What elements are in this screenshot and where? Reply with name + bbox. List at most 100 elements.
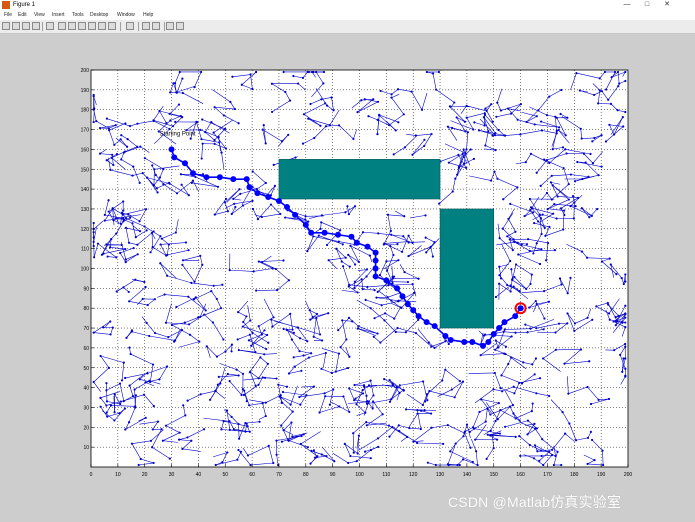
tree-node bbox=[561, 146, 565, 149]
y-tick-label: 90 bbox=[83, 286, 89, 292]
minimize-button[interactable]: — bbox=[620, 0, 634, 10]
tree-node bbox=[301, 142, 305, 145]
path-node bbox=[404, 301, 411, 308]
show-plot-tools-icon[interactable] bbox=[176, 22, 184, 30]
tree-node bbox=[258, 420, 261, 423]
tree-node bbox=[589, 152, 592, 156]
menu-window[interactable]: Window bbox=[117, 11, 135, 20]
tree-node bbox=[494, 132, 497, 135]
tree-node bbox=[222, 338, 225, 341]
tree-node bbox=[518, 435, 521, 438]
x-tick-label: 200 bbox=[624, 472, 633, 478]
path-node bbox=[335, 231, 342, 238]
tree-node bbox=[190, 181, 193, 184]
open-icon[interactable] bbox=[12, 22, 20, 30]
menu-desktop[interactable]: Desktop bbox=[90, 11, 108, 20]
tree-node bbox=[560, 463, 563, 467]
rotate-icon[interactable] bbox=[88, 22, 96, 30]
watermark: CSDN @Matlab仿真实验室 bbox=[448, 494, 622, 510]
x-tick-label: 110 bbox=[382, 472, 390, 478]
path-node bbox=[447, 336, 454, 343]
tree-node bbox=[152, 405, 155, 408]
path-node bbox=[265, 194, 272, 201]
tree-node bbox=[165, 121, 168, 125]
zoom-out-icon[interactable] bbox=[68, 22, 76, 30]
y-tick-label: 180 bbox=[81, 108, 90, 114]
tree-node bbox=[282, 259, 285, 262]
tree-node bbox=[354, 263, 357, 266]
maximize-button[interactable]: □ bbox=[640, 0, 654, 10]
tree-node bbox=[604, 88, 608, 91]
hide-plot-tools-icon[interactable] bbox=[166, 22, 174, 30]
path-node bbox=[302, 221, 309, 228]
zoom-in-icon[interactable] bbox=[58, 22, 66, 30]
tree-node bbox=[392, 275, 396, 278]
tree-node bbox=[458, 380, 461, 383]
tree-node bbox=[120, 379, 124, 382]
tree-node bbox=[282, 327, 285, 331]
legend-icon[interactable] bbox=[152, 22, 160, 30]
tree-node bbox=[328, 403, 331, 406]
menu-file[interactable]: File bbox=[4, 11, 12, 20]
tree-node bbox=[145, 229, 148, 232]
tree-node bbox=[246, 425, 249, 428]
tree-node bbox=[372, 335, 375, 338]
tree-node bbox=[105, 411, 108, 414]
new-icon[interactable] bbox=[2, 22, 10, 30]
menu-tools[interactable]: Tools bbox=[72, 11, 84, 20]
close-button[interactable]: ✕ bbox=[660, 0, 674, 10]
tree-node bbox=[574, 205, 577, 208]
link-icon[interactable] bbox=[126, 22, 134, 30]
tree-node bbox=[513, 276, 516, 279]
tree-node bbox=[251, 207, 255, 211]
x-tick-label: 180 bbox=[570, 472, 579, 478]
menu-edit[interactable]: Edit bbox=[18, 11, 27, 20]
path-node bbox=[490, 331, 497, 338]
brush-icon[interactable] bbox=[108, 22, 116, 30]
tree-node bbox=[106, 255, 109, 258]
tree-node bbox=[423, 138, 426, 141]
x-tick-label: 20 bbox=[142, 472, 148, 478]
tree-node bbox=[254, 384, 257, 387]
tree-node bbox=[197, 316, 200, 319]
tree-node bbox=[512, 412, 515, 415]
tree-node bbox=[499, 277, 503, 280]
tree-node bbox=[105, 389, 108, 392]
tree-node bbox=[542, 328, 545, 331]
tree-node bbox=[168, 457, 171, 460]
tree-node bbox=[292, 331, 295, 334]
tree-node bbox=[348, 265, 351, 268]
rrt-plot[interactable]: Starting Point 0 10 20 30 40 50 60 70 80 90 100 110 1… bbox=[0, 34, 695, 522]
print-icon[interactable] bbox=[32, 22, 40, 30]
tree-node bbox=[177, 103, 181, 106]
tree-node bbox=[540, 120, 543, 123]
tree-node bbox=[534, 357, 538, 360]
data-cursor-icon[interactable] bbox=[98, 22, 106, 30]
tree-node bbox=[230, 350, 233, 353]
x-tick-label: 60 bbox=[249, 472, 255, 478]
arrow-icon[interactable] bbox=[46, 22, 54, 30]
menu-insert[interactable]: Insert bbox=[52, 11, 65, 20]
x-tick-label: 80 bbox=[303, 472, 309, 478]
tree-node bbox=[383, 378, 386, 381]
path-node bbox=[364, 243, 371, 250]
tree-node bbox=[607, 303, 610, 306]
colorbar-icon[interactable] bbox=[142, 22, 150, 30]
tree-node bbox=[201, 118, 204, 121]
menu-view[interactable]: View bbox=[34, 11, 45, 20]
y-tick-label: 200 bbox=[81, 68, 90, 74]
tree-node bbox=[569, 276, 572, 279]
path-node bbox=[171, 154, 178, 161]
tree-node bbox=[222, 114, 225, 117]
pan-icon[interactable] bbox=[78, 22, 86, 30]
path-node bbox=[308, 229, 315, 236]
menu-help[interactable]: Help bbox=[143, 11, 153, 20]
tree-node bbox=[180, 183, 183, 186]
tree-node bbox=[245, 400, 248, 403]
tree-node bbox=[367, 115, 370, 118]
x-tick-label: 150 bbox=[490, 472, 499, 478]
tree-node bbox=[424, 400, 427, 403]
save-icon[interactable] bbox=[22, 22, 30, 30]
tree-node bbox=[613, 70, 617, 74]
path-node bbox=[190, 170, 197, 177]
